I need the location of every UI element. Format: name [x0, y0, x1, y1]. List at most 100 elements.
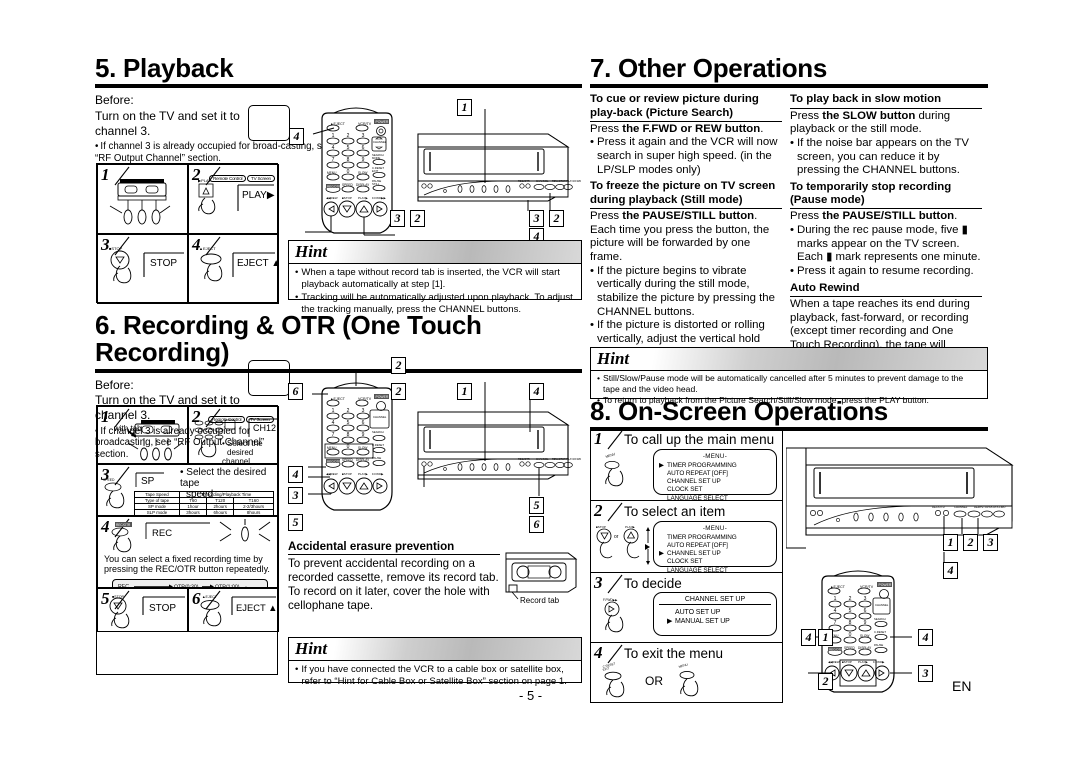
hint-title: Hint — [295, 639, 328, 658]
tv-icon-recording — [248, 360, 290, 396]
topic-bullet: • If the noise bar appears on the TV scre… — [790, 136, 970, 177]
topic-lead: Press the PAUSE/STILL button. Each time … — [590, 209, 770, 263]
play-button-hand-illustration: ▶PLAY PLAY▶ — [198, 178, 275, 215]
callout-chip-2: 2 — [963, 534, 978, 551]
osd-submenu-card: CHANNEL SET UP AUTO SET UP ▶ MANUAL SET U… — [653, 592, 777, 636]
svg-text:■STOP: ■STOP — [596, 525, 606, 529]
step-cell: 5 ■STOP STOP — [97, 588, 188, 632]
hint-title-row: Hint — [289, 638, 581, 661]
step-cell: 1 — [97, 164, 188, 234]
right-column: 7. Other Operations To cue or review pic… — [590, 53, 988, 394]
svg-text:F.FWD▶▶: F.FWD▶▶ — [372, 196, 386, 200]
callout-chip-1: 1 — [943, 534, 958, 551]
step-number: 1 — [594, 429, 603, 448]
svg-text:REC/OTR: REC/OTR — [116, 523, 131, 527]
svg-text:POWER: POWER — [376, 120, 389, 124]
callout-chip-6b: 6 — [529, 516, 544, 533]
os-step-title: To select an item — [624, 504, 726, 519]
topic-lead: Press the F.FWD or REW button. — [590, 122, 764, 135]
svg-text:REC/OTR: REC/OTR — [829, 647, 843, 651]
topic-bullet: • During the rec pause mode, five ▮ marks… — [790, 224, 981, 264]
manual-page: 5. Playback Before: Turn on the TV and s… — [0, 0, 1080, 763]
svg-text:REC/OTR: REC/OTR — [327, 459, 341, 463]
step-cell: 6 ▲EJECT EJECT ▲ — [188, 588, 279, 632]
menu-button-hand-illustration: MENU — [604, 452, 624, 487]
topic-heading: To freeze the picture on TV screen durin… — [590, 180, 782, 209]
callout-chip-3: 3 — [983, 534, 998, 551]
callout-chip-6: 6 — [288, 383, 303, 400]
hint-item: • Still/Slow/Pause mode will be automatic… — [597, 373, 964, 394]
remote-callout-chip-3: 3 — [918, 665, 933, 682]
step-number: 4 — [594, 643, 603, 662]
callout-chip-3: 3 — [288, 487, 303, 504]
eject-button-hand-illustration: ▲EJECT EJECT ▲ — [199, 246, 279, 282]
svg-text:REW/STOP/PLAY/FFWD: REW/STOP/PLAY/FFWD — [552, 457, 581, 461]
heading-rule — [95, 84, 582, 89]
svg-text:PAUSE: PAUSE — [372, 456, 381, 460]
callout-chip-4: 4 — [529, 383, 544, 400]
step-cell: 4 REC/OTR REC You can select a fixed rec… — [97, 516, 279, 588]
mode-slp: SLP mode — [134, 509, 180, 515]
svg-text:C.RESET: C.RESET — [372, 443, 384, 447]
tape-speed-table: Tape Speed Recording/Playback Time Type … — [134, 491, 275, 515]
hint-title-row: Hint — [289, 241, 581, 264]
svg-text:DISPLAY: DISPLAY — [356, 183, 370, 187]
accidental-heading: Accidental erasure prevention — [288, 540, 500, 555]
hint-title-row: Hint — [591, 348, 987, 371]
osd-menu-title: -MENU- — [702, 453, 728, 460]
svg-text:▲EJECT: ▲EJECT — [199, 246, 216, 251]
on-screen-steps: 1 To call up the main menu MENU -MENU- ▶… — [590, 428, 783, 703]
hint-item: • If you have connected the VCR to a cabl… — [295, 664, 567, 687]
svg-text:■STOP: ■STOP — [342, 196, 352, 200]
os-step-row: 3 To decide F.FWD▶▶ CHANNEL SET UP AUTO … — [591, 573, 782, 643]
step-cell: 2 Remote Control TV Screen ▶PLAY PLAY▶ — [188, 164, 279, 234]
osd-menu-title: -MENU- — [702, 525, 728, 532]
osd-menu-item: AUTO REPEAT [OFF] — [667, 470, 728, 478]
svg-text:SPEED: SPEED — [342, 458, 354, 462]
heading-rule — [590, 84, 988, 89]
osd-menu-item: AUTO REPEAT [OFF] — [667, 542, 728, 550]
svg-text:■STOP: ■STOP — [342, 472, 352, 476]
topic-heading: To play back in slow motion — [790, 93, 982, 109]
svg-text:PLAY▶: PLAY▶ — [242, 190, 275, 201]
cassette-with-tab-illustration — [127, 420, 183, 461]
callout-chip-4: 4 — [943, 562, 958, 579]
svg-text:CHANNEL: CHANNEL — [373, 140, 387, 144]
svg-text:DISPLAY: DISPLAY — [356, 458, 370, 462]
page-number: - 5 - — [519, 688, 543, 703]
svg-text:◀◀REW: ◀◀REW — [326, 196, 338, 200]
svg-text:CHANNEL: CHANNEL — [373, 415, 387, 419]
topic-bullet: • Press it again to resume recording. — [790, 265, 974, 278]
svg-text:SP: SP — [141, 476, 155, 487]
accidental-body: To prevent accidental recording on a rec… — [288, 557, 499, 613]
hint-box-playback: Hint • When a tape without record tab is … — [288, 240, 582, 315]
svg-text:EJECT ▲: EJECT ▲ — [236, 602, 277, 613]
callout-chip-3b: 3 — [529, 210, 544, 227]
section-heading-recording: 6. Recording & OTR (One Touch Recording) — [95, 310, 482, 368]
remote-callout-chip-2: 2 — [818, 673, 833, 690]
svg-text:■STOP: ■STOP — [842, 660, 852, 664]
svg-text:REC: REC — [152, 528, 172, 539]
osd-menu-card: -MENU- ▶ TIMER PROGRAMMING AUTO REPEAT [O… — [653, 449, 777, 502]
rec-button-hand-illustration: REC/OTR REC — [111, 519, 271, 553]
svg-text:PLAY▶: PLAY▶ — [358, 472, 368, 476]
osd-menu-card: -MENU- TIMER PROGRAMMING AUTO REPEAT [OF… — [653, 521, 777, 574]
svg-text:▶PLAY: ▶PLAY — [198, 178, 211, 183]
svg-text:POWER: POWER — [879, 583, 892, 587]
stop-button-hand-illustration: ■STOP STOP — [109, 595, 185, 629]
hint-item: • When a tape without record tab is inser… — [295, 267, 560, 290]
callout-chip-1: 1 — [457, 99, 472, 116]
svg-text:REC/OTR: REC/OTR — [518, 179, 530, 183]
svg-text:EJECT ▲: EJECT ▲ — [237, 258, 279, 269]
remote-callout-chip-4: 4 — [801, 629, 816, 646]
svg-text:REC/OTR: REC/OTR — [327, 184, 341, 188]
svg-text:CH12: CH12 — [253, 423, 276, 433]
callout-chip-5: 5 — [288, 514, 303, 531]
svg-text:■STOP: ■STOP — [109, 246, 123, 251]
callout-chip-1: 1 — [457, 383, 472, 400]
section-heading-other-ops: 7. Other Operations — [590, 53, 828, 83]
svg-text:REW/STOP/PLAY/FFWD: REW/STOP/PLAY/FFWD — [552, 179, 581, 183]
remote-callout-chip-1: 1 — [818, 629, 833, 646]
svg-text:SLOW: SLOW — [358, 171, 367, 175]
osd-menu-item: TIMER PROGRAMMING — [667, 534, 737, 541]
